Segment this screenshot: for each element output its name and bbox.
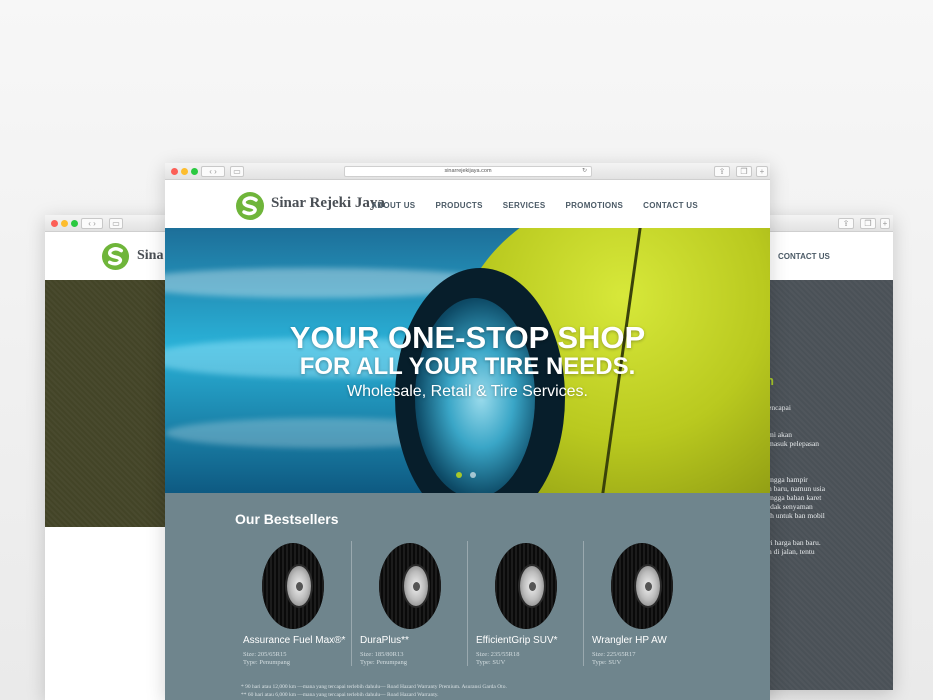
body-text-line [768, 520, 825, 529]
slider-dot-2[interactable] [470, 472, 476, 478]
hero-slider: YOUR ONE-STOP SHOP FOR ALL YOUR TIRE NEE… [165, 228, 770, 493]
new-tab-icon[interactable]: + [880, 218, 890, 229]
body-text-line: encapai [768, 403, 791, 412]
close-window-button[interactable] [51, 220, 58, 227]
body-text-line: ri harga ban baru. [768, 538, 821, 547]
logo-text: Sina [137, 248, 164, 263]
tabs-icon[interactable]: ❐ [736, 166, 752, 177]
product-size: Size: 205/65R15 [243, 651, 287, 658]
body-text-line: mi akan [768, 430, 792, 439]
body-text-line: n baru, namun usia [768, 484, 826, 493]
tire-image [611, 543, 673, 629]
product-size: Size: 235/55R18 [476, 651, 520, 658]
product-name[interactable]: EfficientGrip SUV* [476, 635, 558, 646]
body-text-line: ih untuk ban mobil [768, 511, 825, 520]
logo-icon[interactable] [235, 191, 265, 221]
product-type: Type: SUV [592, 659, 622, 666]
nav-contact-us[interactable]: CONTACT US [643, 201, 698, 210]
product-card[interactable]: Assurance Fuel Max®* Size: 205/65R15 Typ… [235, 541, 351, 666]
footnote-2: ** 60 hari atau 6,000 km —mana yang terc… [241, 692, 439, 698]
body-text-line: ingga bahan karet [768, 493, 822, 502]
nav-products[interactable]: PRODUCTS [435, 201, 482, 210]
share-icon[interactable]: ⇪ [714, 166, 730, 177]
main-nav: ABOUT US PRODUCTS SERVICES PROMOTIONS CO… [371, 201, 698, 210]
body-text-line: idak senyaman [768, 502, 813, 511]
product-specs: Size: 235/55R18 Type: SUV [476, 651, 520, 667]
back-forward-buttons[interactable]: ‹ › [81, 218, 103, 229]
url-text: sinarrejekijaya.com [444, 168, 492, 174]
zoom-window-button[interactable] [71, 220, 78, 227]
product-specs: Size: 225/65R17 Type: SUV [592, 651, 636, 667]
slider-dot-1[interactable] [456, 472, 462, 478]
sidebar-icon[interactable]: ▭ [230, 166, 244, 177]
body-text-line [768, 529, 825, 538]
product-card[interactable]: EfficientGrip SUV* Size: 235/55R18 Type:… [467, 541, 583, 666]
tabs-icon[interactable]: ❐ [860, 218, 876, 229]
logo-icon [101, 242, 130, 271]
nav-services[interactable]: SERVICES [503, 201, 546, 210]
body-text: encapai mi akan masuk pelepasan ingga hampi… [768, 403, 825, 556]
body-text-line: ingga hampir [768, 475, 808, 484]
body-text-line [768, 457, 825, 466]
body-text-line [768, 466, 825, 475]
body-text-line [768, 448, 825, 457]
product-specs: Size: 205/65R15 Type: Penumpang [243, 651, 290, 667]
nav-promotions[interactable]: PROMOTIONS [565, 201, 623, 210]
product-type: Type: SUV [476, 659, 506, 666]
body-text-line: masuk pelepasan [768, 439, 820, 448]
sidebar-icon[interactable]: ▭ [109, 218, 123, 229]
body-text-line: n di jalan, tentu [768, 547, 815, 556]
product-type: Type: Penumpang [360, 659, 408, 666]
product-list: Assurance Fuel Max®* Size: 205/65R15 Typ… [235, 541, 699, 666]
section-title: Our Bestsellers [235, 511, 339, 527]
product-name[interactable]: Assurance Fuel Max®* [243, 635, 345, 646]
footnote-1: * 90 hari atau 12,000 km —mana yang terc… [241, 684, 507, 690]
product-size: Size: 185/80R13 [360, 651, 404, 658]
slider-dots [456, 472, 476, 478]
minimize-window-button[interactable] [181, 168, 188, 175]
zoom-window-button[interactable] [191, 168, 198, 175]
close-window-button[interactable] [171, 168, 178, 175]
product-card[interactable]: DuraPlus** Size: 185/80R13 Type: Penumpa… [351, 541, 467, 666]
hero-headline: YOUR ONE-STOP SHOP [289, 320, 646, 355]
back-forward-buttons[interactable]: ‹ › [201, 166, 225, 177]
hero-text: YOUR ONE-STOP SHOP FOR ALL YOUR TIRE NEE… [165, 322, 770, 403]
footnotes: * 90 hari atau 12,000 km —mana yang terc… [241, 683, 507, 699]
address-bar[interactable]: sinarrejekijaya.com ↻ [344, 166, 592, 177]
hero-tagline: Wholesale, Retail & Tire Services. [347, 383, 588, 400]
bestsellers-section: Our Bestsellers Assurance Fuel Max®* Siz… [165, 493, 770, 700]
logo-text[interactable]: Sinar Rejeki Jaya [271, 195, 385, 212]
body-text-line [768, 412, 825, 421]
product-size: Size: 225/65R17 [592, 651, 636, 658]
product-card[interactable]: Wrangler HP AW Size: 225/65R17 Type: SUV [583, 541, 699, 666]
site-header: Sinar Rejeki Jaya ABOUT US PRODUCTS SERV… [165, 180, 770, 228]
hero-subheadline: FOR ALL YOUR TIRE NEEDS. [299, 353, 636, 380]
reload-icon[interactable]: ↻ [582, 167, 587, 176]
minimize-window-button[interactable] [61, 220, 68, 227]
product-type: Type: Penumpang [243, 659, 291, 666]
tire-image [495, 543, 557, 629]
body-text-line [768, 421, 825, 430]
main-browser-window: ‹ › ▭ sinarrejekijaya.com ↻ ⇪ ❐ + Sinar … [165, 163, 770, 700]
product-name[interactable]: DuraPlus** [360, 635, 409, 646]
share-icon[interactable]: ⇪ [838, 218, 854, 229]
nav-contact-us[interactable]: CONTACT US [778, 252, 830, 261]
nav-about-us[interactable]: ABOUT US [371, 201, 415, 210]
browser-toolbar: ‹ › ▭ sinarrejekijaya.com ↻ ⇪ ❐ + [165, 163, 770, 180]
tire-image [262, 543, 324, 629]
tire-image [379, 543, 441, 629]
product-name[interactable]: Wrangler HP AW [592, 635, 667, 646]
new-tab-icon[interactable]: + [756, 166, 768, 177]
product-specs: Size: 185/80R13 Type: Penumpang [360, 651, 407, 667]
